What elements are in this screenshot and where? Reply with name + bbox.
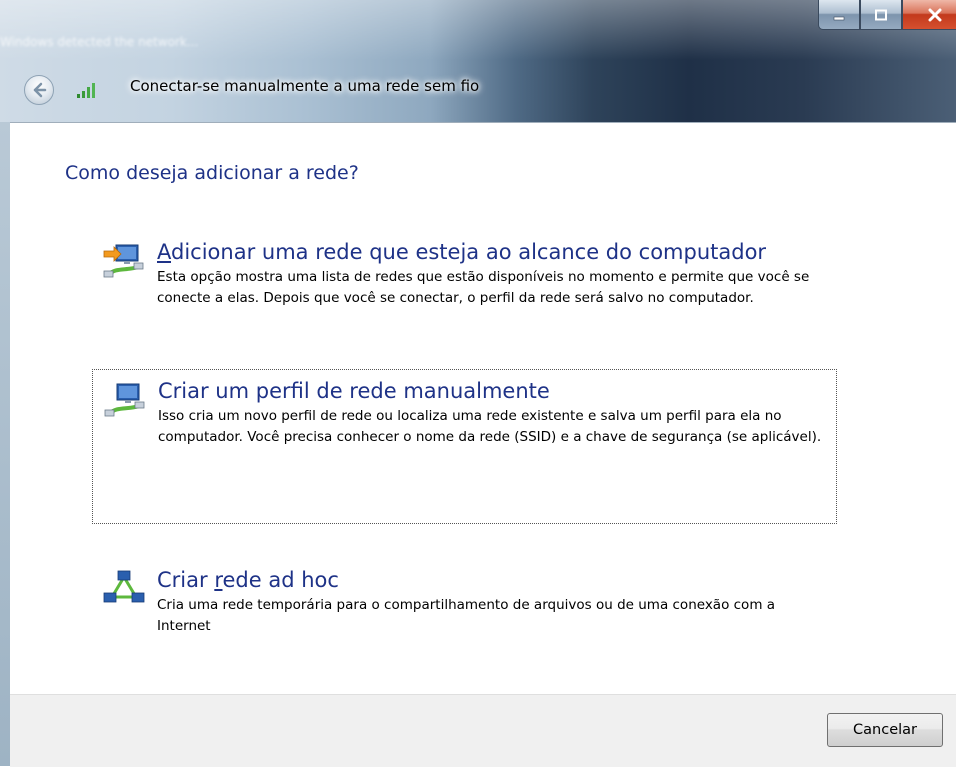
minimize-button[interactable] [818,0,860,30]
adhoc-network-icon [103,570,145,603]
footer-bar: Cancelar [10,694,956,767]
network-add-icon [103,244,144,278]
accelerator-letter: A [157,240,171,264]
close-button[interactable] [902,0,956,30]
option-create-adhoc-network[interactable]: Criar rede ad hoc Cria uma rede temporár… [92,559,837,647]
cancel-button[interactable]: Cancelar [827,713,943,747]
maximize-button[interactable] [860,0,902,30]
network-profile-icon [104,383,145,417]
window-title: Conectar-se manualmente a uma rede sem f… [130,77,480,95]
accelerator-letter: r [214,568,223,592]
content-area: Como deseja adicionar a rede? Adicionar … [10,122,956,695]
option-create-profile-manually[interactable]: Criar um perfil de rede manualmente Isso… [92,369,837,524]
option-title: Adicionar uma rede que esteja ao alcance… [157,240,767,264]
title-bar: Windows detected the network... [0,0,956,122]
back-button[interactable] [24,75,54,105]
option-add-network-in-range[interactable]: Adicionar uma rede que esteja ao alcance… [92,231,837,319]
maximize-icon [875,9,887,20]
minimize-icon [833,16,845,20]
option-title: Criar um perfil de rede manualmente [158,379,550,403]
option-description: Cria uma rede temporária para o comparti… [157,597,776,634]
option-description: Esta opção mostra uma lista de redes que… [157,269,810,306]
back-arrow-icon [33,82,47,98]
option-description: Isso cria um novo perfil de rede ou loca… [158,408,822,445]
option-title: Criar rede ad hoc [157,568,339,592]
wireless-signal-icon [77,83,95,98]
background-blurred-text: Windows detected the network... [0,35,199,49]
close-icon [928,8,942,21]
caption-buttons [818,0,956,32]
page-heading: Como deseja adicionar a rede? [65,162,359,184]
window-frame-left [0,122,10,766]
